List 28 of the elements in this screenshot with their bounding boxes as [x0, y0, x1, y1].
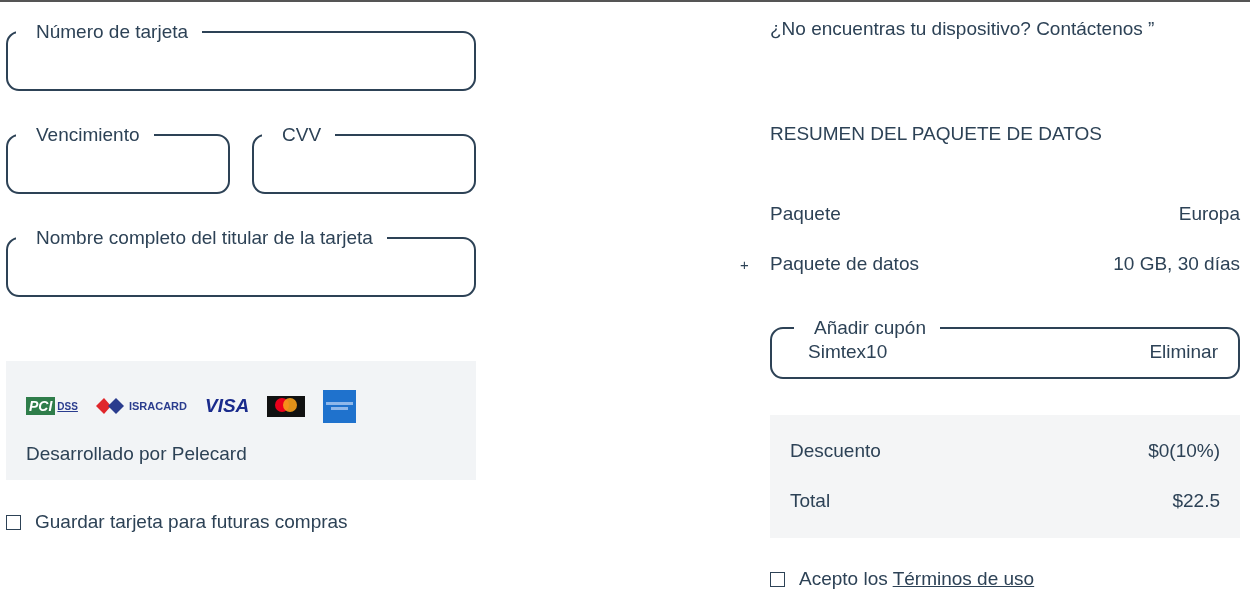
pci-dss-logo: PCI DSS	[26, 397, 78, 415]
mastercard-logo	[267, 395, 306, 417]
isracard-logo: ISRACARD	[95, 398, 187, 414]
terms-link[interactable]: Términos de uso	[892, 568, 1035, 589]
summary-label: Paquete de datos	[770, 253, 919, 275]
field-label: CVV	[281, 124, 323, 146]
terms-text: Acepto los Términos de uso	[799, 568, 1035, 590]
checkbox[interactable]	[6, 514, 21, 530]
checkbox[interactable]	[770, 571, 785, 587]
field-label: Añadir cupón	[813, 317, 927, 339]
summary-value: 10 GB, 30 días	[1113, 253, 1240, 275]
summary-value: Europa	[1178, 203, 1240, 225]
total-value: $0(10%)	[1148, 440, 1220, 462]
powered-by-text: Desarrollado por Pelecard	[26, 443, 248, 465]
field-label: Nombre completo del titular de la tarjeta	[35, 227, 374, 249]
total-label: Descuento	[790, 440, 881, 462]
plus-text: +	[740, 256, 749, 273]
remove-coupon-button[interactable]: Eliminar	[1149, 341, 1218, 363]
total-label: Total	[790, 490, 831, 512]
checkbox-label: Guardar tarjeta para futuras compras	[35, 511, 348, 533]
contact-text: ¿No encuentras tu dispositivo? Contáctenos ”	[770, 18, 1156, 40]
visa-logo: VISA	[204, 395, 250, 417]
amex-logo	[323, 389, 357, 423]
field-label: Vencimiento	[35, 124, 141, 146]
summary-title: RESUMEN DEL PAQUETE DE DATOS	[770, 123, 1103, 145]
field-label: Número de tarjeta	[35, 21, 190, 43]
total-value: $22.5	[1172, 490, 1220, 512]
summary-label: Paquete	[770, 203, 841, 225]
